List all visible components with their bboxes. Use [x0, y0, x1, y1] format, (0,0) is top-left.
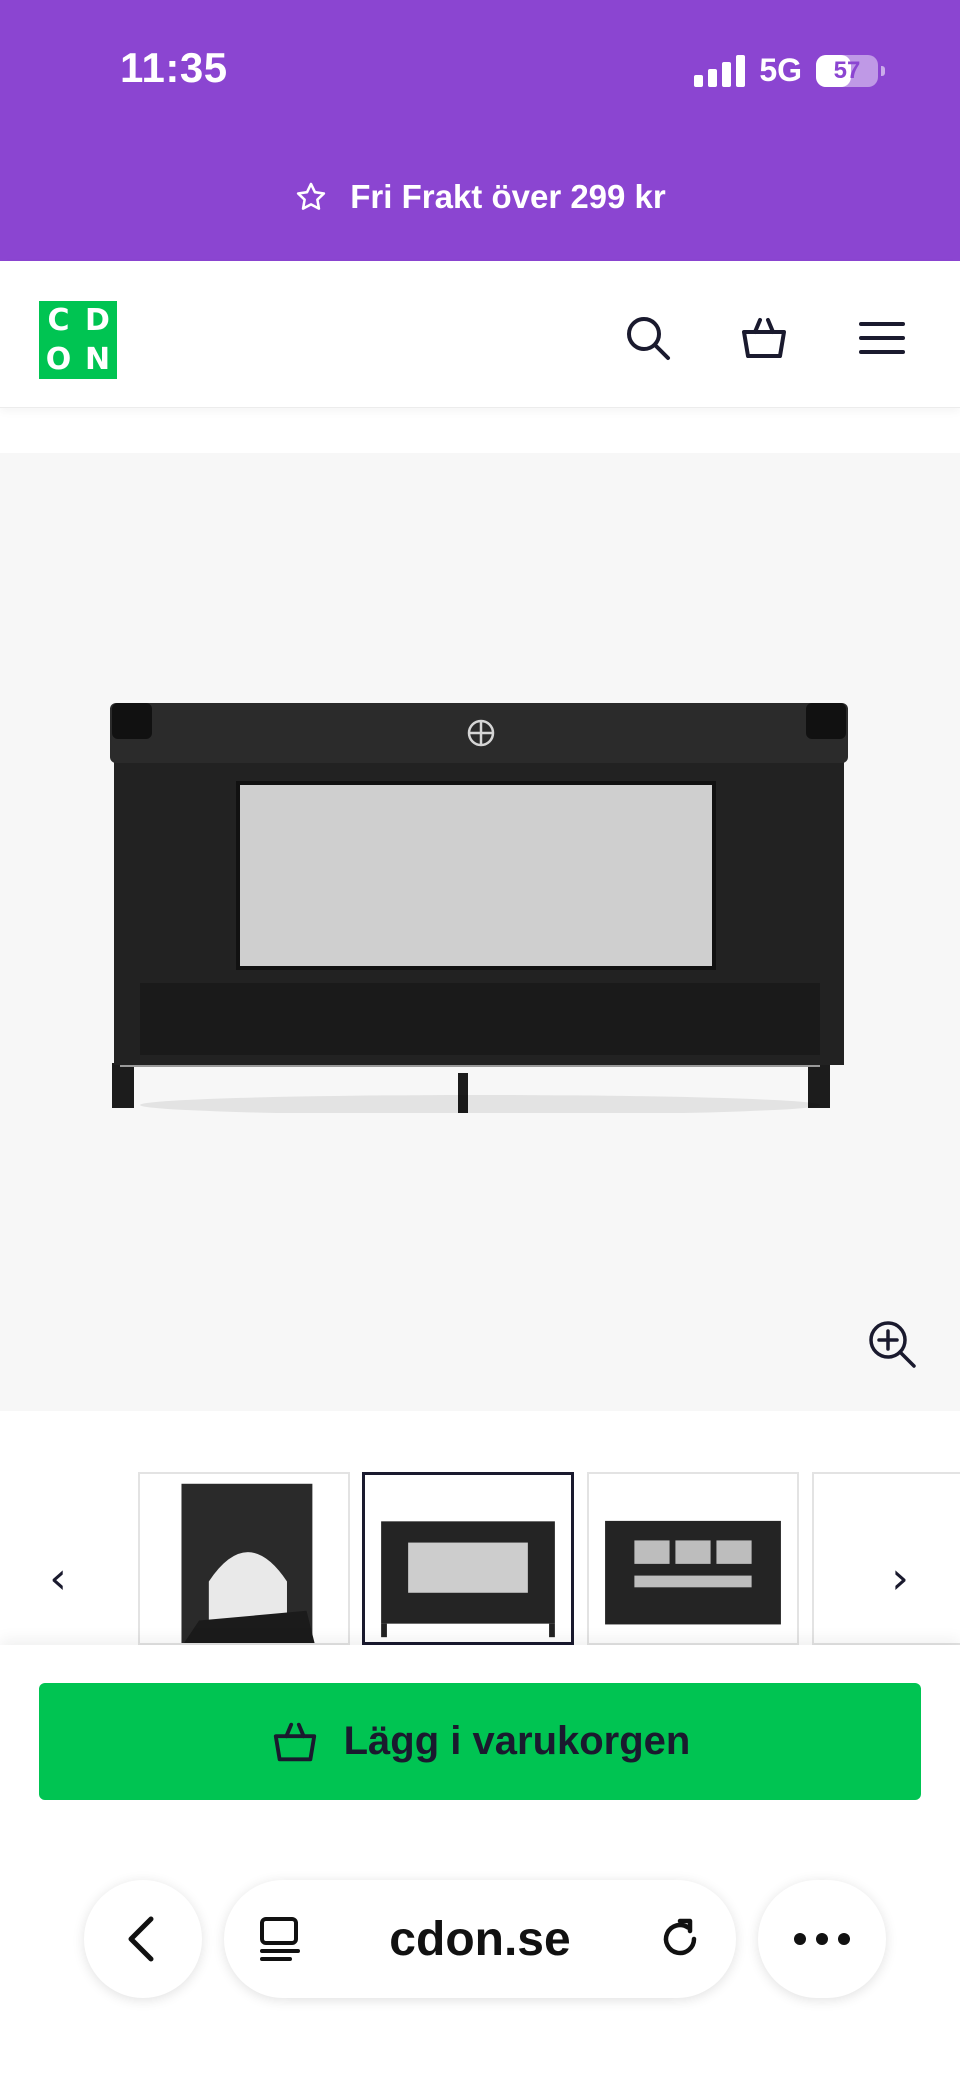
- thumbnail-next-arrow[interactable]: ›: [880, 1548, 920, 1608]
- search-icon: [627, 317, 670, 360]
- site-header: C D O N: [0, 261, 960, 408]
- battery-nub: [881, 65, 885, 76]
- menu-button[interactable]: [856, 312, 908, 364]
- star-outline-icon: [297, 182, 326, 210]
- status-indicators: 5G 57: [694, 52, 885, 89]
- zoom-in-icon[interactable]: [864, 1316, 920, 1372]
- basket-icon: [273, 1722, 316, 1761]
- tabs-icon: [260, 1917, 300, 1961]
- cdon-logo[interactable]: C D O N: [39, 301, 117, 379]
- battery-level: 57: [833, 56, 861, 84]
- back-chevron-icon: [128, 1916, 154, 1962]
- more-icon: [794, 1933, 850, 1945]
- product-image[interactable]: [0, 453, 960, 1411]
- add-to-cart-label: Lägg i varukorgen: [343, 1719, 691, 1763]
- thumb-crib-mesh: [605, 1520, 781, 1625]
- menu-icon: [859, 322, 905, 354]
- network-type: 5G: [759, 52, 802, 88]
- thumbnail-1[interactable]: [138, 1472, 350, 1645]
- browser-address-bar[interactable]: cdon.se: [224, 1880, 736, 1998]
- browser-back-button[interactable]: [84, 1880, 202, 1998]
- thumbnail-3[interactable]: [587, 1472, 799, 1645]
- browser-more-button[interactable]: [758, 1880, 886, 1998]
- thumb-crib-front: [381, 1521, 555, 1638]
- travel-cot-image: [110, 703, 848, 1113]
- logo-letter: D: [85, 302, 110, 338]
- search-button[interactable]: [622, 312, 674, 364]
- logo-letter: N: [84, 341, 111, 377]
- reload-icon[interactable]: [654, 1913, 706, 1965]
- cart-button[interactable]: [738, 312, 790, 364]
- status-time: 11:35: [120, 44, 228, 91]
- promo-text: Fri Frakt över 299 kr: [350, 178, 666, 215]
- logo-letter: C: [47, 302, 70, 338]
- sticky-purchase-bar: Lägg i varukorgen: [0, 1645, 960, 2081]
- thumbnail-strip: [0, 1470, 960, 1645]
- basket-icon: [742, 318, 786, 358]
- free-shipping-banner[interactable]: Fri Frakt över 299 kr: [0, 178, 960, 216]
- thumbnail-2[interactable]: [362, 1472, 574, 1645]
- add-to-cart-button[interactable]: Lägg i varukorgen: [39, 1683, 921, 1800]
- top-banner: 11:35 5G 57 Fri Frakt över 299 kr: [0, 0, 960, 261]
- battery-icon: 57: [816, 54, 885, 87]
- cellular-signal-icon: [694, 54, 746, 87]
- url-text: cdon.se: [389, 1912, 571, 1966]
- thumb-crib-side-door: [181, 1483, 315, 1643]
- thumbnail-prev-arrow[interactable]: ‹: [38, 1548, 78, 1608]
- logo-letter: O: [45, 341, 72, 377]
